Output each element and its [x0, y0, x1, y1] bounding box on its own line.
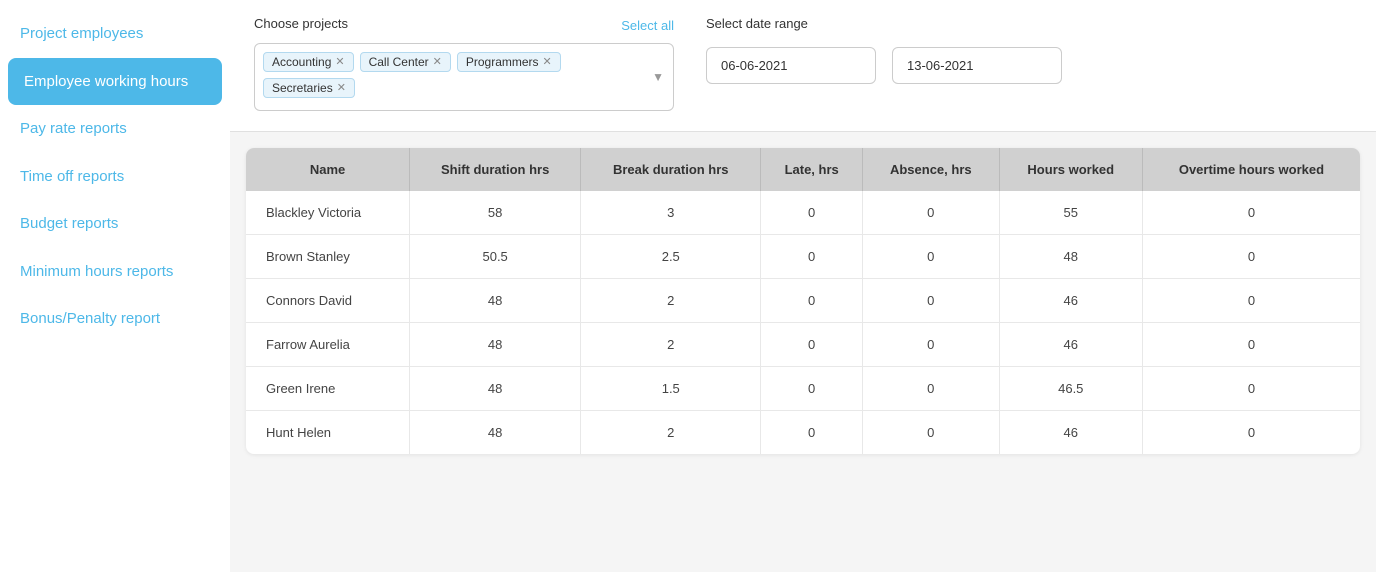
table-row: Farrow Aurelia48200460: [246, 323, 1360, 367]
tag-remove-icon[interactable]: ✕: [335, 57, 344, 68]
cell-value: 46.5: [999, 367, 1142, 411]
cell-value: 2: [581, 323, 761, 367]
cell-name: Hunt Helen: [246, 411, 410, 455]
table-area: NameShift duration hrsBreak duration hrs…: [230, 132, 1376, 572]
table-header-row: NameShift duration hrsBreak duration hrs…: [246, 148, 1360, 191]
table-row: Blackley Victoria58300550: [246, 191, 1360, 235]
date-from-input[interactable]: [706, 47, 876, 84]
cell-value: 0: [862, 279, 999, 323]
table-row: Brown Stanley50.52.500480: [246, 235, 1360, 279]
cell-value: 48: [410, 323, 581, 367]
col-late-hrs: Late, hrs: [761, 148, 863, 191]
col-shift-duration-hrs: Shift duration hrs: [410, 148, 581, 191]
select-all-link[interactable]: Select all: [621, 18, 674, 33]
dropdown-arrow-icon: ▼: [652, 70, 664, 84]
sidebar-item-minimum-hours-reports[interactable]: Minimum hours reports: [0, 248, 230, 296]
cell-value: 0: [862, 235, 999, 279]
hours-table: NameShift duration hrsBreak duration hrs…: [246, 148, 1360, 454]
table-row: Hunt Helen48200460: [246, 411, 1360, 455]
sidebar-item-budget-reports[interactable]: Budget reports: [0, 200, 230, 248]
cell-value: 48: [410, 367, 581, 411]
col-absence-hrs: Absence, hrs: [862, 148, 999, 191]
tag-secretaries[interactable]: Secretaries ✕: [263, 78, 355, 98]
sidebar-item-employee-working-hours[interactable]: Employee working hours: [8, 58, 222, 106]
col-name: Name: [246, 148, 410, 191]
table-row: Green Irene481.50046.50: [246, 367, 1360, 411]
sidebar-item-pay-rate-reports[interactable]: Pay rate reports: [0, 105, 230, 153]
cell-name: Blackley Victoria: [246, 191, 410, 235]
cell-value: 3: [581, 191, 761, 235]
cell-value: 46: [999, 279, 1142, 323]
cell-value: 0: [761, 323, 863, 367]
cell-value: 46: [999, 323, 1142, 367]
cell-value: 0: [761, 235, 863, 279]
cell-value: 0: [1142, 411, 1360, 455]
tag-remove-icon[interactable]: ✕: [337, 83, 346, 94]
cell-value: 0: [1142, 235, 1360, 279]
cell-value: 2.5: [581, 235, 761, 279]
cell-name: Brown Stanley: [246, 235, 410, 279]
col-hours-worked: Hours worked: [999, 148, 1142, 191]
cell-name: Connors David: [246, 279, 410, 323]
cell-name: Farrow Aurelia: [246, 323, 410, 367]
cell-value: 0: [862, 411, 999, 455]
choose-projects-label: Choose projects: [254, 16, 348, 31]
sidebar-item-time-off-reports[interactable]: Time off reports: [0, 153, 230, 201]
cell-value: 50.5: [410, 235, 581, 279]
projects-filter-header: Choose projects Select all: [254, 16, 674, 35]
col-break-duration-hrs: Break duration hrs: [581, 148, 761, 191]
cell-value: 48: [999, 235, 1142, 279]
cell-value: 58: [410, 191, 581, 235]
select-date-range-label: Select date range: [706, 16, 1062, 31]
projects-filter-section: Choose projects Select all Accounting ✕ C…: [254, 16, 674, 111]
cell-value: 0: [1142, 191, 1360, 235]
tag-accounting[interactable]: Accounting ✕: [263, 52, 354, 72]
sidebar: Project employeesEmployee working hoursP…: [0, 0, 230, 572]
date-inputs: [706, 47, 1062, 84]
table-row: Connors David48200460: [246, 279, 1360, 323]
project-tags-box[interactable]: Accounting ✕ Call Center ✕ Programmers ✕ Se…: [254, 43, 674, 111]
cell-value: 0: [862, 367, 999, 411]
cell-name: Green Irene: [246, 367, 410, 411]
col-overtime-hours-worked: Overtime hours worked: [1142, 148, 1360, 191]
cell-value: 0: [1142, 279, 1360, 323]
filter-bar: Choose projects Select all Accounting ✕ C…: [230, 0, 1376, 132]
date-to-input[interactable]: [892, 47, 1062, 84]
cell-value: 0: [761, 367, 863, 411]
tag-remove-icon[interactable]: ✕: [433, 57, 442, 68]
cell-value: 1.5: [581, 367, 761, 411]
cell-value: 0: [1142, 367, 1360, 411]
cell-value: 46: [999, 411, 1142, 455]
table-body: Blackley Victoria58300550Brown Stanley50…: [246, 191, 1360, 454]
project-select-wrapper: Accounting ✕ Call Center ✕ Programmers ✕ Se…: [254, 43, 674, 111]
cell-value: 2: [581, 411, 761, 455]
cell-value: 0: [862, 191, 999, 235]
cell-value: 0: [761, 279, 863, 323]
table-header: NameShift duration hrsBreak duration hrs…: [246, 148, 1360, 191]
sidebar-item-project-employees[interactable]: Project employees: [0, 10, 230, 58]
main-content: Choose projects Select all Accounting ✕ C…: [230, 0, 1376, 572]
cell-value: 48: [410, 411, 581, 455]
cell-value: 55: [999, 191, 1142, 235]
cell-value: 0: [761, 191, 863, 235]
cell-value: 0: [1142, 323, 1360, 367]
date-range-section: Select date range: [706, 16, 1062, 84]
sidebar-item-bonus-penalty-report[interactable]: Bonus/Penalty report: [0, 295, 230, 343]
cell-value: 48: [410, 279, 581, 323]
cell-value: 2: [581, 279, 761, 323]
cell-value: 0: [761, 411, 863, 455]
tag-remove-icon[interactable]: ✕: [543, 57, 552, 68]
tag-call-center[interactable]: Call Center ✕: [360, 52, 451, 72]
tag-programmers[interactable]: Programmers ✕: [457, 52, 561, 72]
cell-value: 0: [862, 323, 999, 367]
